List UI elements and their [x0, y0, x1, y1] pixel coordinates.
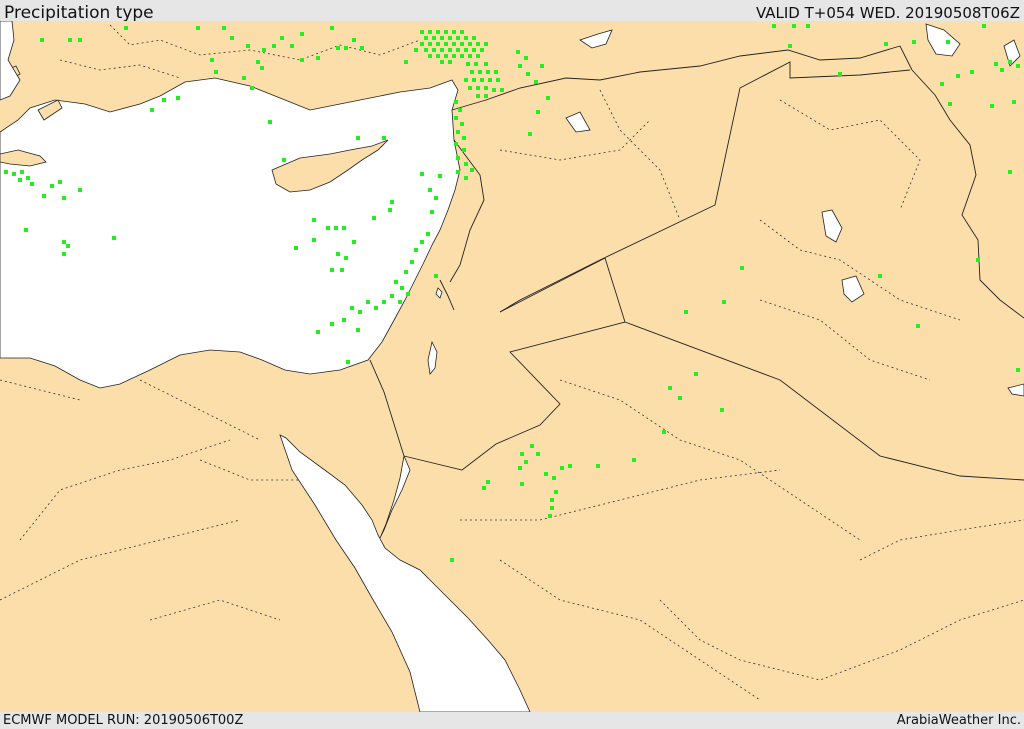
precipitation-map	[0, 21, 1024, 712]
footer-bar: ECMWF MODEL RUN: 20190506T00Z ArabiaWeat…	[0, 712, 1024, 729]
header-bar: Precipitation type VALID T+054 WED. 2019…	[0, 0, 1024, 23]
credit-label: ArabiaWeather Inc.	[896, 713, 1021, 728]
valid-time-label: VALID T+054 WED. 20190508T06Z	[755, 4, 1020, 22]
map-title: Precipitation type	[4, 3, 154, 23]
map-figure: Precipitation type VALID T+054 WED. 2019…	[0, 0, 1024, 729]
model-run-label: ECMWF MODEL RUN: 20190506T00Z	[3, 713, 244, 728]
